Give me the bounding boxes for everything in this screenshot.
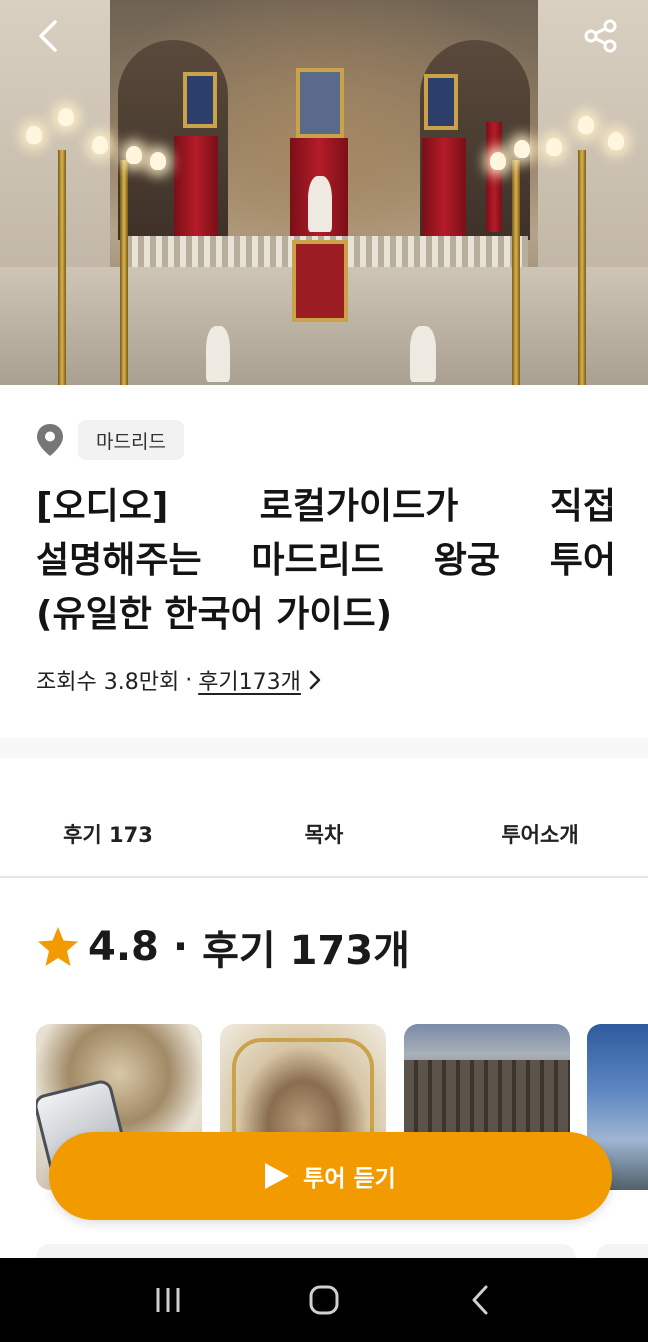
page-title: [오디오] 로컬가이드가 직접 설명해주는 마드리드 왕궁 투어 (유일한 한국… — [36, 486, 616, 635]
tab-contents[interactable]: 목차 — [216, 800, 432, 876]
hero-image — [0, 0, 648, 385]
system-nav-bar — [0, 1258, 648, 1342]
home-button[interactable] — [294, 1270, 354, 1330]
listen-tour-label: 투어 듣기 — [303, 1166, 396, 1192]
rating-separator: · — [172, 924, 189, 970]
play-icon — [265, 1163, 290, 1189]
recents-icon — [156, 1288, 180, 1312]
location-row: 마드리드 — [36, 420, 184, 460]
tour-meta: 조회수 3.8만회 · 후기173개 — [36, 664, 325, 696]
home-icon — [309, 1285, 339, 1315]
section-divider — [0, 738, 648, 758]
share-button[interactable] — [578, 14, 624, 58]
rating-summary: 4.8 · 후기 173개 — [36, 918, 410, 976]
location-chip[interactable]: 마드리드 — [78, 420, 184, 460]
chevron-left-icon — [39, 20, 57, 52]
tab-tour-intro[interactable]: 투어소개 — [432, 800, 648, 876]
star-icon — [38, 927, 78, 966]
map-pin-icon — [36, 420, 66, 460]
share-icon — [584, 19, 617, 53]
chevron-right-icon[interactable] — [305, 668, 325, 692]
recents-button[interactable] — [138, 1270, 198, 1330]
tab-reviews[interactable]: 후기 173 — [0, 800, 216, 876]
listen-tour-button[interactable]: 투어 듣기 — [49, 1132, 612, 1220]
back-button[interactable] — [26, 16, 70, 56]
tab-bar: 후기 173 목차 투어소개 — [0, 800, 648, 878]
view-count: 조회수 3.8만회 — [36, 670, 180, 695]
back-icon — [472, 1285, 488, 1315]
rating-score: 4.8 — [88, 924, 159, 970]
reviews-link[interactable]: 후기173개 — [198, 664, 301, 696]
meta-separator: · — [185, 667, 193, 693]
nav-back-button[interactable] — [450, 1270, 510, 1330]
rating-review-count: 후기 173개 — [202, 928, 410, 974]
